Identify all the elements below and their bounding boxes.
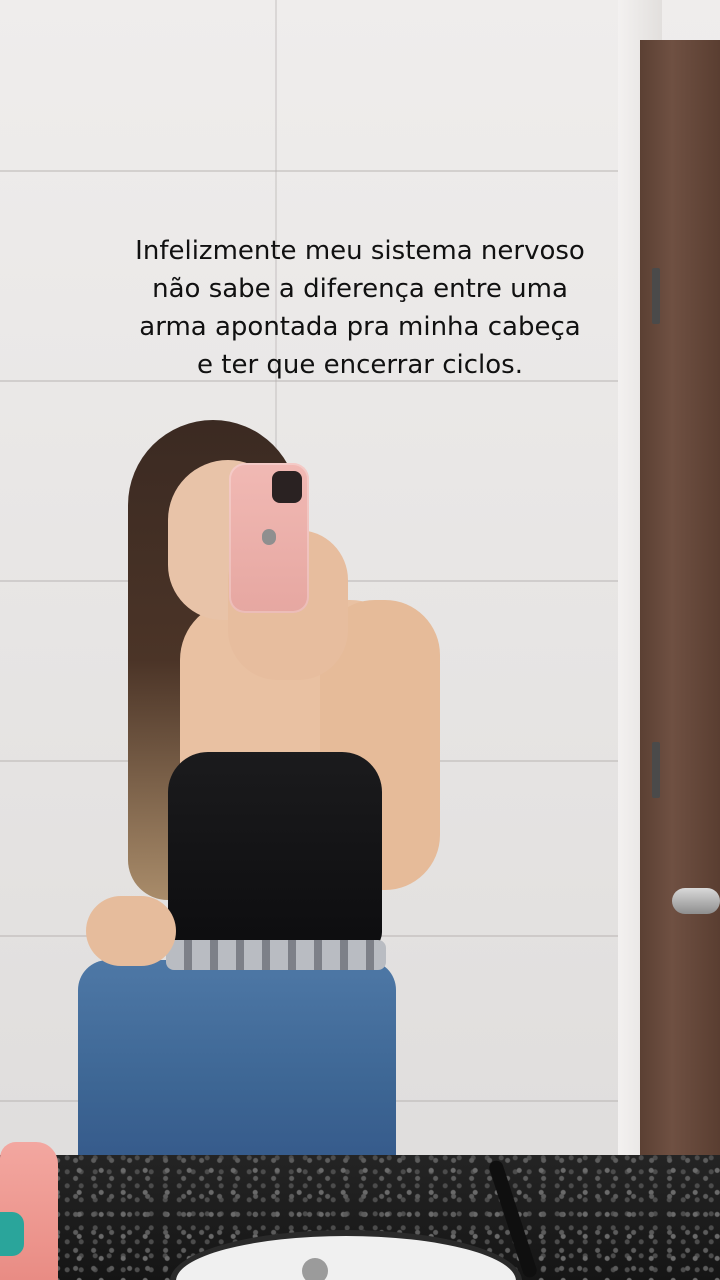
smartphone <box>229 463 309 613</box>
person-hand-left <box>86 896 176 966</box>
door-hinge <box>652 742 660 798</box>
door <box>640 40 720 1160</box>
soap-dispenser-accent <box>0 1212 24 1256</box>
mirror-selfie-screen: Infelizmente meu sistema nervoso não sab… <box>0 0 720 1280</box>
wall-tile-line <box>0 170 640 172</box>
door-handle <box>672 888 720 914</box>
black-top <box>168 752 382 952</box>
apple-logo-icon <box>262 529 276 545</box>
caption-line: e ter que encerrar ciclos. <box>197 350 523 380</box>
caption-line: não sabe a diferença entre uma <box>152 274 568 304</box>
silver-belt <box>166 940 386 970</box>
overlay-caption: Infelizmente meu sistema nervoso não sab… <box>60 232 660 384</box>
camera-icon <box>272 471 302 503</box>
caption-line: arma apontada pra minha cabeça <box>139 312 581 342</box>
caption-line: Infelizmente meu sistema nervoso <box>135 236 585 266</box>
sink-drain <box>302 1258 328 1280</box>
blue-jeans <box>78 960 396 1170</box>
soap-dispenser <box>0 1142 58 1280</box>
